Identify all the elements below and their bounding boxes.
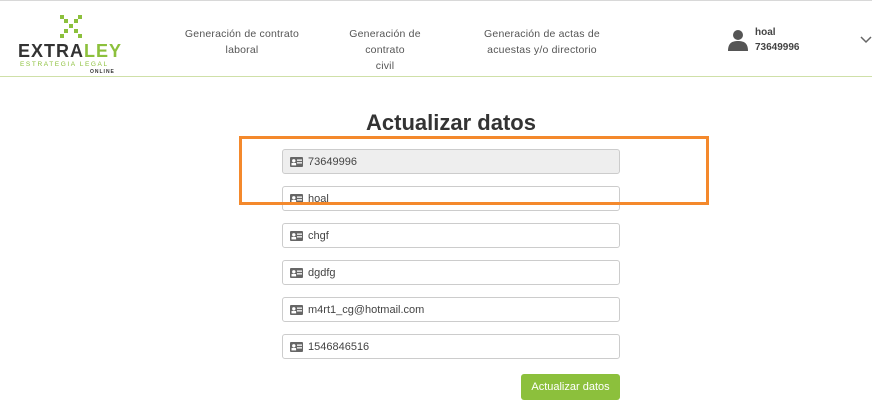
extraley-logo[interactable]: EXTRALEY ESTRATEGIA LEGAL ONLINE bbox=[18, 15, 130, 75]
email-field[interactable] bbox=[282, 297, 620, 322]
nav-label-line1: Generación de contrato bbox=[184, 28, 300, 40]
logo-tagline: ESTRATEGIA LEGAL bbox=[20, 61, 109, 68]
logo-wordmark: EXTRALEY bbox=[18, 41, 123, 61]
logo-sub: ONLINE bbox=[90, 69, 115, 75]
user-name: hoal bbox=[755, 27, 776, 38]
nav-label-line2: laboral bbox=[225, 44, 259, 56]
phone-input[interactable] bbox=[308, 335, 614, 358]
last-name-field[interactable] bbox=[282, 260, 620, 285]
id-card-icon bbox=[290, 157, 303, 167]
nav-label-line1: Generación de contrato bbox=[349, 28, 421, 56]
user-id: 73649996 bbox=[755, 42, 800, 53]
id-card-icon bbox=[290, 268, 303, 278]
id-card-icon bbox=[290, 342, 303, 352]
first-name-field[interactable] bbox=[282, 223, 620, 248]
document-id-input[interactable] bbox=[308, 150, 614, 173]
logo-x-mark-icon bbox=[60, 15, 82, 38]
nav-contrato-laboral[interactable]: Generación de contrato laboral bbox=[178, 26, 306, 58]
nav-actas[interactable]: Generación de actas de acuestas y/o dire… bbox=[474, 26, 610, 58]
first-name-input[interactable] bbox=[308, 224, 614, 247]
user-icon bbox=[728, 30, 748, 51]
email-input[interactable] bbox=[308, 298, 614, 321]
nav-label-line2: civil bbox=[375, 60, 395, 72]
nav-contrato-civil[interactable]: Generación de contrato civil bbox=[330, 26, 440, 74]
id-card-icon bbox=[290, 231, 303, 241]
nav-label-line2: acuestas y/o directorio bbox=[487, 44, 597, 56]
id-card-icon bbox=[290, 305, 303, 315]
chevron-down-icon[interactable] bbox=[860, 35, 872, 45]
user-menu[interactable]: hoal 73649996 bbox=[728, 25, 838, 57]
document-id-field[interactable] bbox=[282, 149, 620, 174]
id-card-icon bbox=[290, 194, 303, 204]
page-title: Actualizar datos bbox=[366, 110, 536, 135]
nav-label-line1: Generación de actas de bbox=[484, 28, 600, 40]
site-header: EXTRALEY ESTRATEGIA LEGAL ONLINE Generac… bbox=[0, 5, 872, 77]
username-field[interactable] bbox=[282, 186, 620, 211]
username-input[interactable] bbox=[308, 187, 614, 210]
last-name-input[interactable] bbox=[308, 261, 614, 284]
update-data-button[interactable]: Actualizar datos bbox=[521, 374, 620, 400]
phone-field[interactable] bbox=[282, 334, 620, 359]
